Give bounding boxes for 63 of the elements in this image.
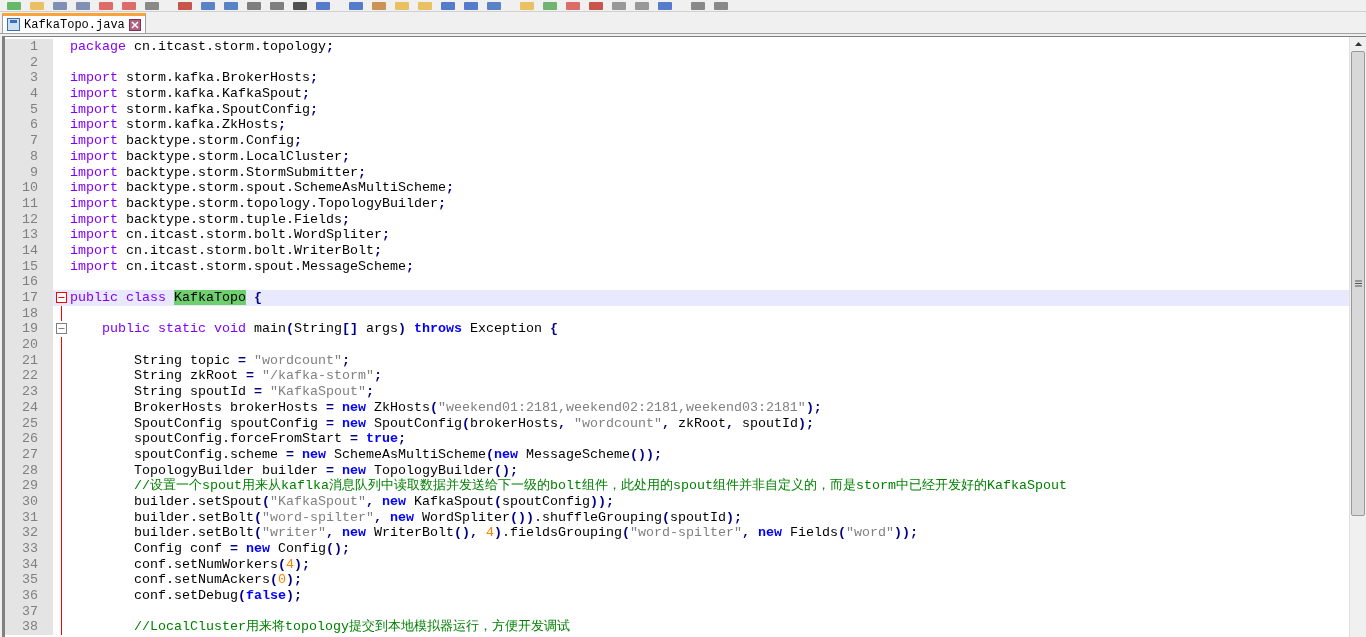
code-line: spoutConfig.forceFromStart = true; [133, 431, 406, 447]
code-line: import backtype.storm.spout.SchemeAsMultiScheme; [69, 180, 454, 196]
code-line: spoutConfig.scheme = new SchemeAsMultiScheme(new MessageScheme()); [133, 446, 662, 463]
code-line: import storm.kafka.KafkaSpout; [69, 86, 310, 102]
code-line: TopologyBuilder builder = new TopologyBuilder(); [133, 462, 518, 478]
line-number: 17 [5, 290, 53, 306]
code-line: BrokerHosts brokerHosts = new ZkHosts("weekend01:2181,weekend02:2181,weekend03:2181"); [133, 399, 822, 416]
line-number: 13 [5, 227, 53, 243]
code-line: conf.setNumWorkers(4); [133, 556, 310, 573]
code-line: import backtype.storm.tuple.Fields; [69, 211, 350, 228]
scrollbar-thumb[interactable] [1351, 51, 1365, 516]
code-line: //设置一个spout用来从kaflka消息队列中读取数据并发送给下一级的bolt组件，此处用的spout组件并非自定义的，而是storm中已经开发好的KafkaSpout [133, 478, 1067, 494]
vertical-scrollbar[interactable] [1349, 37, 1366, 637]
line-number: 26 [5, 431, 53, 447]
fold-line [61, 305, 62, 322]
code-line: import backtype.storm.topology.TopologyBuilder; [69, 195, 446, 212]
code-line: builder.setBolt("writer", new WriterBolt(), 4).fieldsGrouping("word-spilter", new Fields("word")); [133, 525, 918, 541]
line-number: 23 [5, 384, 53, 400]
tab-title: KafkaTopo.java [24, 16, 125, 34]
code-line: import cn.itcast.storm.bolt.WriterBolt; [69, 242, 382, 259]
code-line: package cn.itcast.storm.topology; [69, 39, 334, 55]
line-number: 36 [5, 588, 53, 604]
file-icon [7, 18, 20, 31]
line-number: 20 [5, 337, 53, 353]
code-line: builder.setBolt("word-spilter", new WordSpliter()).shuffleGrouping(spoutId); [133, 509, 742, 526]
code-line: public static void main(String[] args) throws Exception { [101, 321, 558, 338]
code-line: import storm.kafka.SpoutConfig; [69, 101, 318, 118]
code-line: import backtype.storm.LocalCluster; [69, 148, 350, 165]
code-line: import storm.kafka.BrokerHosts; [69, 70, 318, 87]
line-number: 4 [5, 86, 53, 102]
code-line: builder.setSpout("KafkaSpout", new KafkaSpout(spoutConfig)); [133, 493, 614, 510]
code-line: import cn.itcast.storm.spout.MessageScheme; [69, 258, 414, 275]
code-line: //LocalCluster用来将topology提交到本地模拟器运行，方便开发调试 [133, 619, 570, 636]
line-number: 3 [5, 70, 53, 87]
file-tab[interactable]: KafkaTopo.java [2, 13, 146, 33]
code-line: String spoutId = "KafkaSpout"; [133, 384, 374, 400]
line-number: 19 [5, 321, 53, 338]
code-line: conf.setDebug(false); [133, 588, 302, 604]
line-number: 35 [5, 572, 53, 589]
line-number: 33 [5, 541, 53, 557]
line-number: 7 [5, 133, 53, 149]
code-line: public class KafkaTopo { [69, 290, 262, 306]
line-number: 1 [5, 39, 53, 55]
code-line: String zkRoot = "/kafka-storm"; [133, 368, 382, 385]
line-number: 22 [5, 368, 53, 385]
line-number: 29 [5, 478, 53, 494]
line-number: 10 [5, 180, 53, 196]
code-line: import storm.kafka.ZkHosts; [69, 117, 286, 134]
line-number: 6 [5, 117, 53, 134]
line-number: 32 [5, 525, 53, 541]
line-number: 38 [5, 619, 53, 636]
code-line: conf.setNumAckers(0); [133, 572, 302, 589]
code-line: String topic = "wordcount"; [133, 352, 350, 369]
close-icon[interactable] [128, 18, 141, 31]
code-line: import cn.itcast.storm.bolt.WordSpliter; [69, 227, 390, 243]
line-number: 16 [5, 274, 53, 290]
fold-toggle-icon[interactable] [56, 323, 67, 335]
code-line: Config conf = new Config(); [133, 541, 350, 557]
fold-toggle-icon[interactable] [56, 292, 67, 303]
grip-icon [1354, 280, 1362, 287]
code-line: import backtype.storm.StormSubmitter; [69, 164, 366, 181]
code-line: import backtype.storm.Config; [69, 133, 302, 149]
code-line: SpoutConfig spoutConfig = new SpoutConfig(brokerHosts, "wordcount", zkRoot, spoutId); [133, 415, 814, 432]
